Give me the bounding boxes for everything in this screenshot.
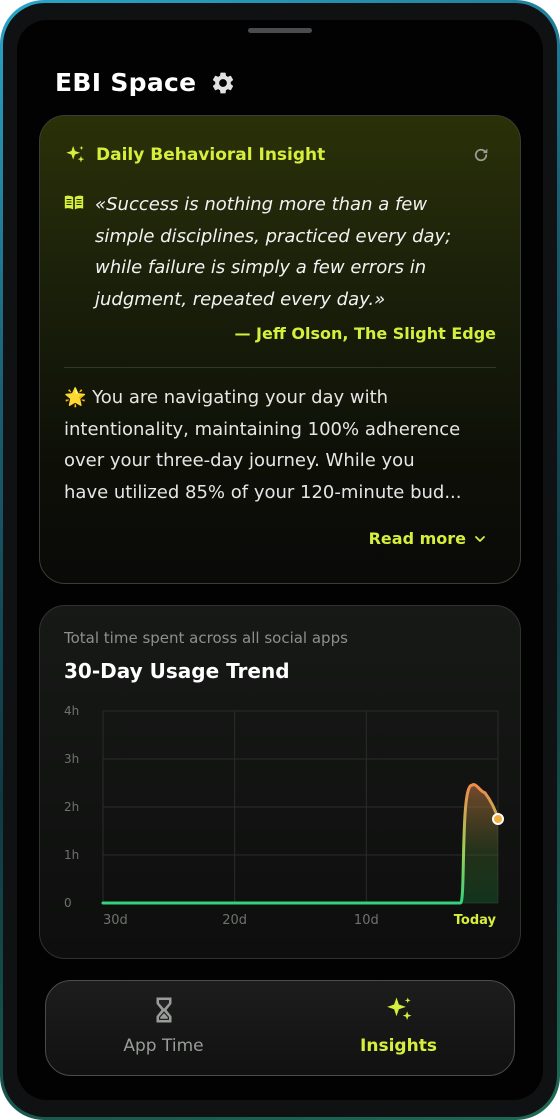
daily-insight-card: Daily Behavioral Insight «Success is not… bbox=[39, 115, 521, 584]
device-bezel: EBI Space Daily Behavioral Insight «Succ… bbox=[3, 3, 557, 1117]
nav-app-time-label: App Time bbox=[123, 1036, 204, 1056]
insight-body-line: have utilized 85% of your 120-minute bud… bbox=[64, 481, 462, 503]
usage-line bbox=[101, 783, 500, 905]
insight-header: Daily Behavioral Insight bbox=[64, 144, 325, 166]
refresh-icon[interactable] bbox=[472, 146, 490, 164]
read-more-button[interactable]: Read more bbox=[369, 529, 486, 548]
insight-body: 🌟 You are navigating your day with inten… bbox=[64, 382, 504, 508]
x-tick-label: 10d bbox=[354, 913, 379, 928]
divider bbox=[64, 367, 496, 368]
read-more-label: Read more bbox=[368, 529, 466, 548]
nav-insights[interactable]: Insights bbox=[281, 981, 516, 1077]
insight-title: Daily Behavioral Insight bbox=[96, 145, 326, 165]
x-tick-label: 20d bbox=[222, 913, 247, 928]
gear-icon[interactable] bbox=[210, 70, 236, 96]
quote-line: judgment, repeated every day.» bbox=[95, 288, 386, 310]
sparkles-icon bbox=[66, 145, 85, 163]
usage-trend-card: Total time spent across all social apps … bbox=[39, 605, 521, 959]
insight-body-line: over your three-day journey. While you bbox=[64, 450, 415, 471]
bottom-nav: App Time Insights bbox=[45, 980, 515, 1076]
usage-trend-chart: 0 1h 2h 3h 4h 30d 20d 10d Today bbox=[64, 704, 504, 928]
y-tick-label: 3h bbox=[64, 752, 79, 766]
hourglass-icon bbox=[156, 997, 171, 1023]
y-tick-label: 4h bbox=[64, 704, 79, 718]
device-frame: EBI Space Daily Behavioral Insight «Succ… bbox=[0, 0, 560, 1120]
quote-author: — Jeff Olson, The Slight Edge bbox=[234, 324, 496, 343]
nav-app-time[interactable]: App Time bbox=[46, 981, 281, 1077]
book-icon bbox=[64, 195, 84, 210]
app-screen: EBI Space Daily Behavioral Insight «Succ… bbox=[17, 20, 543, 1100]
quote-line: while failure is simply a few errors in bbox=[95, 257, 427, 278]
y-tick-label: 1h bbox=[64, 848, 79, 862]
x-tick-label: Today bbox=[454, 913, 497, 928]
quote-line: «Success is nothing more than a few bbox=[95, 194, 428, 215]
quote-line: simple disciplines, practiced every day; bbox=[95, 225, 452, 247]
app-title: EBI Space bbox=[55, 68, 197, 97]
status-notch bbox=[248, 28, 312, 33]
sparkles-icon bbox=[386, 997, 411, 1020]
chevron-down-icon bbox=[475, 535, 485, 542]
y-tick-label: 0 bbox=[64, 896, 72, 910]
insight-body-line: 🌟 You are navigating your day with bbox=[64, 387, 389, 408]
y-tick-label: 2h bbox=[64, 800, 79, 814]
app-header: EBI Space bbox=[55, 68, 236, 97]
x-tick-label: 30d bbox=[103, 913, 128, 928]
insight-body-line: intentionality, maintaining 100% adheren… bbox=[64, 418, 461, 440]
insight-quote: «Success is nothing more than a few simp… bbox=[95, 189, 495, 315]
today-data-point[interactable] bbox=[492, 813, 504, 825]
nav-insights-label: Insights bbox=[360, 1036, 437, 1056]
